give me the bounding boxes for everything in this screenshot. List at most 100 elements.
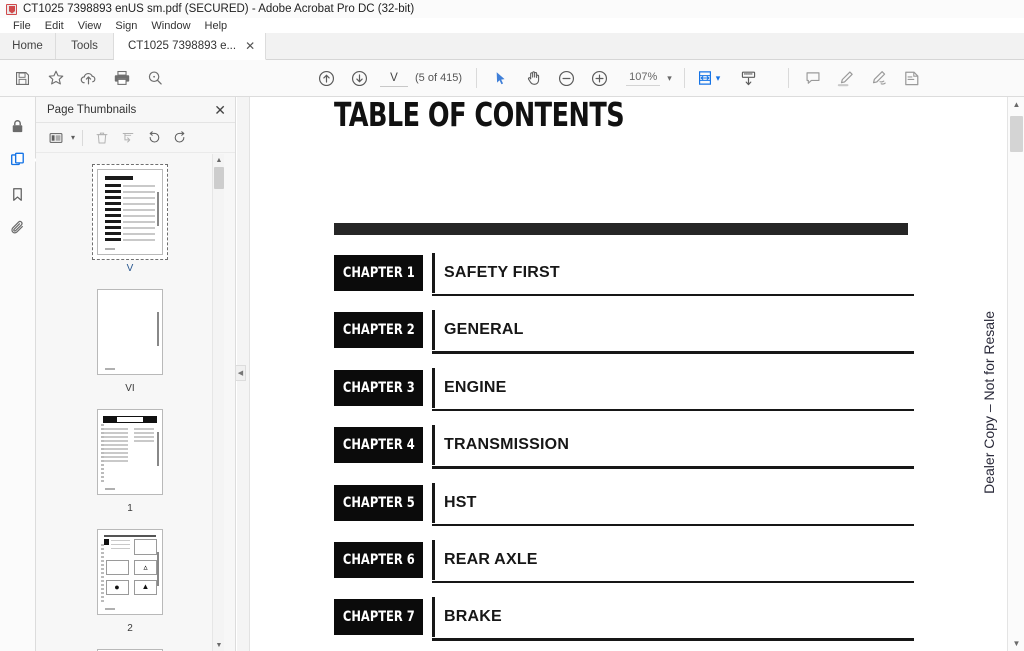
title-rule xyxy=(334,223,908,235)
close-icon[interactable]: ✕ xyxy=(245,40,255,52)
tab-home[interactable]: Home xyxy=(0,33,56,59)
thumbnail-page-v[interactable]: V xyxy=(36,164,224,274)
document-viewer: TABLE OF CONTENTS CHAPTER 1 SAFETY FIRST… xyxy=(237,97,1024,651)
fit-width-caret-icon[interactable]: ▾ xyxy=(716,73,721,84)
menu-sign[interactable]: Sign xyxy=(108,20,144,32)
sidebar-item-attachments[interactable] xyxy=(3,211,33,245)
mini-line xyxy=(104,535,156,537)
mini-watermark xyxy=(157,192,159,226)
mini-edge-marks xyxy=(101,424,104,484)
cursor-arrow-icon[interactable] xyxy=(484,64,517,92)
chapter-title: ENGINE xyxy=(444,378,507,396)
rotate-right-icon[interactable] xyxy=(168,127,192,149)
toc-row[interactable]: CHAPTER 6 REAR AXLE xyxy=(334,536,914,593)
thumbnail-list[interactable]: V VI 1 △ ● ▲ 2 xyxy=(36,154,224,651)
toc-row[interactable]: CHAPTER 2 GENERAL xyxy=(334,306,914,363)
tab-tools[interactable]: Tools xyxy=(56,33,114,59)
mini-block xyxy=(105,232,121,235)
arrow-up-circle-icon[interactable] xyxy=(310,64,343,92)
page-number-input[interactable] xyxy=(380,69,408,87)
zoom-level-value[interactable]: 107% xyxy=(626,70,661,86)
mini-line xyxy=(104,456,128,458)
comment-icon[interactable] xyxy=(796,64,829,92)
thumbnail-image xyxy=(97,409,163,495)
menu-help[interactable]: Help xyxy=(198,20,235,32)
chapter-divider xyxy=(432,597,435,638)
fit-width-icon[interactable] xyxy=(692,64,718,92)
close-icon[interactable]: ✕ xyxy=(214,103,226,117)
arrow-down-circle-icon[interactable] xyxy=(343,64,376,92)
sidebar-item-bookmarks[interactable] xyxy=(3,177,33,211)
mini-block xyxy=(105,226,121,229)
sidebar-item-security[interactable] xyxy=(3,109,33,143)
menu-view[interactable]: View xyxy=(71,20,109,32)
chapter-divider xyxy=(432,253,435,293)
page-display-icon[interactable] xyxy=(732,64,765,92)
search-icon[interactable] xyxy=(138,64,171,92)
scroll-up-icon[interactable]: ▲ xyxy=(213,154,225,166)
menu-file[interactable]: File xyxy=(6,20,38,32)
sidebar-item-page-thumbnails[interactable] xyxy=(3,143,40,177)
menu-edit[interactable]: Edit xyxy=(38,20,71,32)
save-icon[interactable] xyxy=(6,64,39,92)
print-icon[interactable] xyxy=(105,64,138,92)
sign-pen-icon[interactable] xyxy=(862,64,895,92)
thumbnail-size-options-icon[interactable] xyxy=(44,127,68,149)
toc-row[interactable]: CHAPTER 3 ENGINE xyxy=(334,364,914,421)
document-scrollbar[interactable]: ▲ ▼ xyxy=(1007,97,1024,651)
stamp-icon[interactable] xyxy=(895,64,928,92)
toc-row[interactable]: CHAPTER 5 HST xyxy=(334,479,914,536)
toolbar-separator-3 xyxy=(788,68,790,88)
table-of-contents: CHAPTER 1 SAFETY FIRST CHAPTER 2 GENERAL… xyxy=(334,249,914,651)
chevron-down-icon[interactable]: ▾ xyxy=(667,73,672,84)
hand-tool-icon[interactable] xyxy=(517,64,550,92)
watermark-text: Dealer Copy – Not for Resale xyxy=(981,311,997,494)
panel-toolbar: ▾ xyxy=(36,123,235,153)
mini-line xyxy=(104,436,128,438)
panel-scrollbar[interactable]: ▲ ▼ xyxy=(212,154,224,651)
thumbnail-label: VI xyxy=(125,383,135,394)
thumbnail-label: V xyxy=(126,263,134,274)
mini-line xyxy=(123,233,155,235)
mini-block xyxy=(105,190,121,193)
extract-pages-icon[interactable] xyxy=(116,127,140,149)
chapter-badge: CHAPTER 4 xyxy=(334,427,423,464)
highlight-marker-icon[interactable] xyxy=(829,64,862,92)
panel-collapse-handle[interactable]: ◀ xyxy=(236,365,246,381)
mini-line xyxy=(104,444,128,446)
star-icon[interactable] xyxy=(39,64,72,92)
scroll-up-icon[interactable]: ▲ xyxy=(1008,97,1024,112)
zoom-in-circle-icon[interactable] xyxy=(583,64,616,92)
thumbnail-page-2[interactable]: △ ● ▲ 2 xyxy=(36,524,224,634)
scroll-down-icon[interactable]: ▼ xyxy=(1008,636,1024,651)
scrollbar-thumb[interactable] xyxy=(1010,116,1023,152)
mini-block xyxy=(105,208,121,211)
scroll-down-icon[interactable]: ▼ xyxy=(213,639,225,651)
mini-line xyxy=(104,432,128,434)
scrollbar-thumb[interactable] xyxy=(214,167,224,189)
tab-bar-filler xyxy=(266,33,1024,59)
mini-heading xyxy=(105,176,133,180)
navigation-rail xyxy=(0,97,40,651)
toc-row[interactable]: CHAPTER 7 BRAKE xyxy=(334,593,914,650)
toc-row[interactable]: CHAPTER 1 SAFETY FIRST xyxy=(334,249,914,306)
chevron-down-icon[interactable]: ▾ xyxy=(71,133,75,142)
title-bar: CT1025 7398893 enUS sm.pdf (SECURED) - A… xyxy=(0,0,1024,18)
acrobat-icon xyxy=(6,3,17,15)
mini-watermark xyxy=(157,552,159,586)
delete-pages-icon[interactable] xyxy=(90,127,114,149)
thumbnail-page-3[interactable]: 3 xyxy=(36,644,224,651)
window-title: CT1025 7398893 enUS sm.pdf (SECURED) - A… xyxy=(23,3,415,15)
thumbnail-page-1[interactable]: 1 xyxy=(36,404,224,514)
thumbnail-page-vi[interactable]: VI xyxy=(36,284,224,394)
menu-window[interactable]: Window xyxy=(144,20,197,32)
tab-document[interactable]: CT1025 7398893 e... ✕ xyxy=(114,33,267,60)
chapter-underline xyxy=(432,523,914,526)
toc-row[interactable]: CHAPTER 4 TRANSMISSION xyxy=(334,421,914,478)
rotate-left-icon[interactable] xyxy=(142,127,166,149)
zoom-out-circle-icon[interactable] xyxy=(550,64,583,92)
mini-line xyxy=(123,197,155,199)
main-toolbar: (5 of 415) 107% ▾ ▾ xyxy=(0,60,1024,97)
cloud-upload-icon[interactable] xyxy=(72,64,105,92)
chapter-underline xyxy=(432,294,914,297)
